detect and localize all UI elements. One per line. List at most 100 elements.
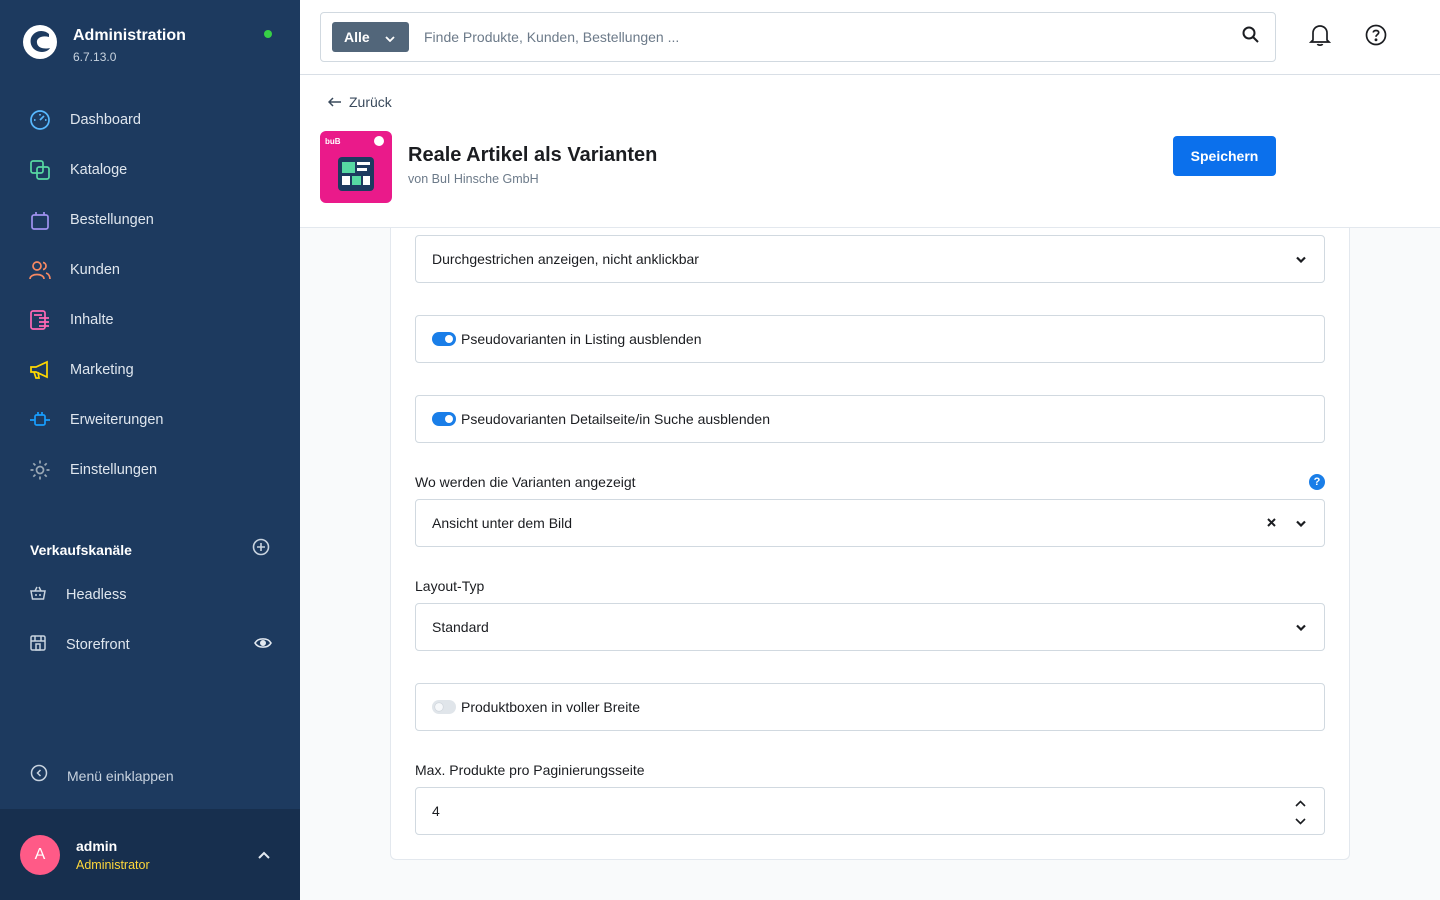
display-mode-select[interactable]: Durchgestrichen anzeigen, nicht anklickb…: [415, 235, 1325, 283]
user-role: Administrator: [76, 857, 150, 872]
help-circle-icon: [1365, 24, 1387, 51]
arrow-left-icon: [327, 94, 342, 110]
brand[interactable]: Administration 6.7.13.0: [22, 22, 186, 64]
shopware-logo-icon: [23, 25, 57, 59]
max-products-value: 4: [432, 803, 440, 819]
nav-item-inhalte[interactable]: Inhalte: [0, 295, 300, 345]
user-name: admin: [76, 837, 118, 854]
max-products-label: Max. Produkte pro Paginierungsseite: [415, 762, 645, 778]
megaphone-icon: [29, 359, 51, 381]
collapse-menu-button[interactable]: Menü einklappen: [30, 764, 174, 787]
extension-icon: buB: [320, 131, 392, 203]
catalog-icon: [29, 159, 51, 181]
nav-label: Kataloge: [70, 162, 128, 178]
max-products-input[interactable]: 4: [415, 787, 1325, 835]
nav-label: Dashboard: [70, 112, 141, 128]
display-mode-value: Durchgestrichen anzeigen, nicht anklickb…: [432, 251, 699, 267]
nav-label: Marketing: [70, 362, 134, 378]
nav-item-bestellungen[interactable]: Bestellungen: [0, 195, 300, 245]
help-icon[interactable]: ?: [1309, 474, 1325, 490]
extension-icon-text: buB: [325, 137, 341, 146]
nav-label: Kunden: [70, 262, 120, 278]
nav-item-kataloge[interactable]: Kataloge: [0, 145, 300, 195]
nav-item-einstellungen[interactable]: Einstellungen: [0, 445, 300, 495]
hide-detail-toggle[interactable]: [432, 412, 456, 426]
gear-icon: [29, 459, 51, 481]
content-icon: [29, 309, 51, 331]
nav-label: Erweiterungen: [70, 412, 164, 428]
add-sales-channel-icon[interactable]: [252, 538, 270, 561]
search-input[interactable]: [424, 29, 1225, 45]
full-width-label: Produktboxen in voller Breite: [461, 699, 640, 715]
extension-header: Zurück buB Reale Artikel als Varianten v…: [300, 75, 1440, 228]
chevron-down-icon: [385, 29, 395, 45]
chevron-down-icon[interactable]: [1295, 812, 1306, 830]
avatar: A: [20, 834, 60, 875]
hide-listing-label: Pseudovarianten in Listing ausblenden: [461, 331, 702, 347]
main-nav: Dashboard Kataloge Bestellungen Kunden I…: [0, 95, 300, 495]
search-type-label: Alle: [344, 29, 370, 45]
variant-position-label: Wo werden die Varianten angezeigt: [415, 474, 636, 490]
search-type-select[interactable]: Alle: [332, 22, 409, 52]
layout-type-select[interactable]: Standard: [415, 603, 1325, 651]
variant-position-value: Ansicht unter dem Bild: [432, 515, 573, 531]
sidebar: Administration 6.7.13.0 Dashboard Katalo…: [0, 0, 300, 900]
back-link[interactable]: Zurück: [327, 94, 392, 110]
nav-label: Einstellungen: [70, 462, 158, 478]
chevron-down-icon: [1296, 250, 1306, 268]
settings-card: Durchgestrichen anzeigen, nicht anklickb…: [390, 228, 1350, 860]
notifications-button[interactable]: [1307, 24, 1333, 50]
storefront-icon: [29, 634, 47, 657]
search-button[interactable]: [1225, 13, 1275, 61]
bell-icon: [1308, 23, 1332, 52]
nav-item-erweiterungen[interactable]: Erweiterungen: [0, 395, 300, 445]
help-button[interactable]: [1363, 24, 1389, 50]
vendor-name: von BuI Hinsche GmbH: [408, 172, 539, 186]
chevron-down-icon: [1296, 618, 1306, 636]
top-bar: Alle: [300, 0, 1440, 75]
nav-item-marketing[interactable]: Marketing: [0, 345, 300, 395]
sales-channel-label: Storefront: [66, 637, 130, 653]
plug-icon: [29, 409, 51, 431]
layout-type-label: Layout-Typ: [415, 578, 485, 594]
app-version: 6.7.13.0: [73, 50, 117, 64]
users-icon: [29, 259, 51, 281]
variant-position-select[interactable]: Ansicht unter dem Bild: [415, 499, 1325, 547]
nav-item-dashboard[interactable]: Dashboard: [0, 95, 300, 145]
user-menu[interactable]: A admin Administrator: [0, 809, 300, 900]
chevron-left-circle-icon: [30, 764, 48, 787]
nav-item-kunden[interactable]: Kunden: [0, 245, 300, 295]
full-width-field: Produktboxen in voller Breite: [415, 683, 1325, 731]
hide-detail-field: Pseudovarianten Detailseite/in Suche aus…: [415, 395, 1325, 443]
eye-icon[interactable]: [254, 636, 272, 654]
sales-channel-list: Headless Storefront: [0, 570, 300, 670]
chevron-up-icon[interactable]: [258, 846, 270, 864]
layout-type-value: Standard: [432, 619, 489, 635]
global-search: Alle: [320, 12, 1276, 62]
page-title: Reale Artikel als Varianten: [408, 144, 658, 166]
chevron-up-icon[interactable]: [1295, 794, 1306, 812]
dashboard-icon: [29, 109, 51, 131]
shopping-bag-icon: [29, 209, 51, 231]
sales-channel-storefront[interactable]: Storefront: [0, 620, 300, 670]
sales-channel-headless[interactable]: Headless: [0, 570, 300, 620]
hide-listing-toggle[interactable]: [432, 332, 456, 346]
nav-label: Bestellungen: [70, 212, 154, 228]
collapse-menu-label: Menü einklappen: [67, 767, 174, 784]
save-button[interactable]: Speichern: [1173, 136, 1276, 176]
sales-channel-label: Headless: [66, 587, 127, 603]
search-icon: [1242, 26, 1259, 48]
number-stepper: [1295, 794, 1306, 828]
nav-label: Inhalte: [70, 312, 114, 328]
app-title: Administration: [73, 27, 186, 44]
online-status-indicator: [264, 30, 272, 38]
full-width-toggle[interactable]: [432, 700, 456, 714]
sales-channels-title: Verkaufskanäle: [30, 541, 132, 558]
hide-listing-field: Pseudovarianten in Listing ausblenden: [415, 315, 1325, 363]
sales-channels-header: Verkaufskanäle: [30, 538, 270, 561]
basket-icon: [29, 584, 47, 607]
back-label: Zurück: [349, 94, 392, 110]
hide-detail-label: Pseudovarianten Detailseite/in Suche aus…: [461, 411, 770, 427]
clear-icon[interactable]: [1267, 514, 1276, 532]
chevron-down-icon: [1296, 514, 1306, 532]
